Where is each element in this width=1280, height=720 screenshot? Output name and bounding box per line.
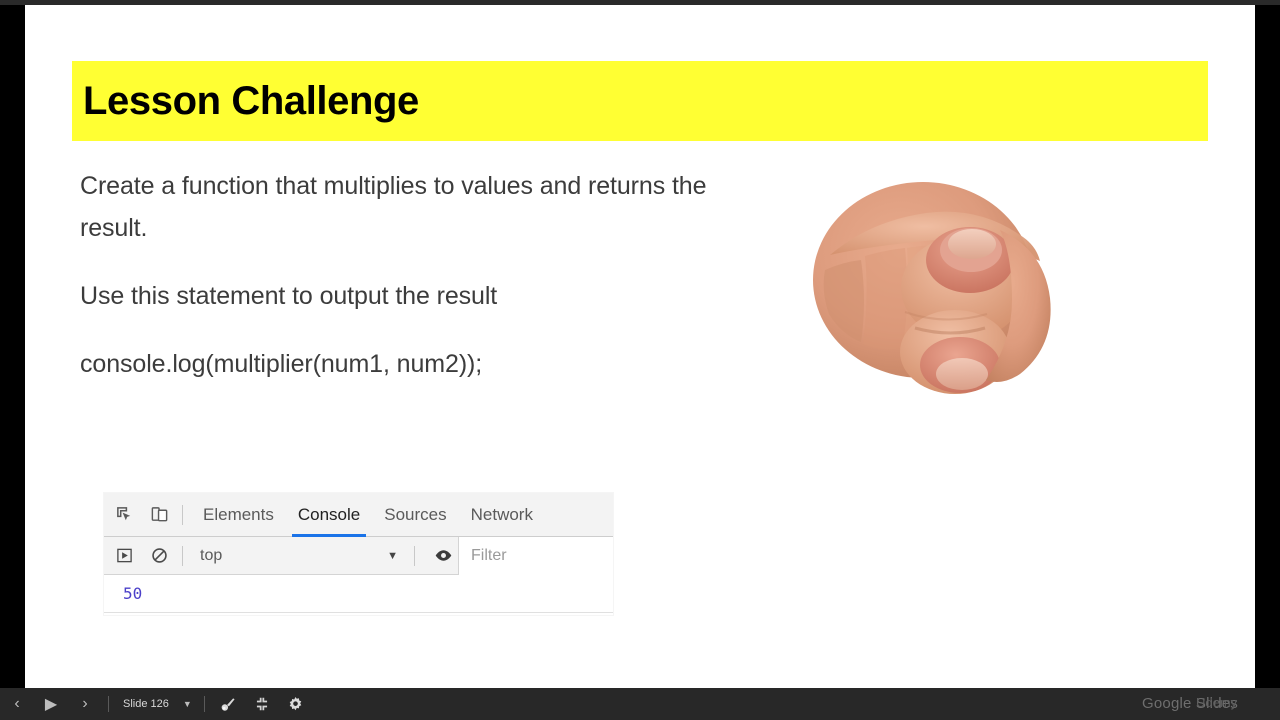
body-paragraph-1: Create a function that multiplies to val…: [80, 172, 707, 242]
play-button[interactable]: ▶: [34, 688, 68, 720]
console-output-value: 50: [123, 584, 143, 603]
next-slide-button[interactable]: ›: [68, 688, 102, 720]
slide-title-band: Lesson Challenge: [72, 61, 1208, 141]
toolbar-divider-2: [203, 696, 205, 712]
tab-network[interactable]: Network: [459, 493, 545, 537]
body-code-line: console.log(multiplier(num1, num2));: [80, 350, 483, 378]
toolbar-divider: [182, 504, 183, 525]
live-expression-eye-icon[interactable]: [428, 541, 458, 571]
chevron-down-icon: ▼: [387, 549, 398, 562]
slide-canvas: Lesson Challenge Create a function that …: [25, 5, 1255, 688]
filterbar-divider: [182, 545, 183, 566]
watermark: Google Slides Udemy: [1134, 688, 1274, 720]
devtools-filterbar: top ▼ Filter: [104, 536, 613, 575]
filterbar-divider-2: [414, 545, 415, 566]
laser-pointer-icon[interactable]: [211, 688, 245, 720]
slide-menu-chevron-down-icon[interactable]: ▼: [177, 699, 198, 709]
execution-context-selector[interactable]: top ▼: [191, 544, 406, 568]
execution-context-value: top: [200, 546, 223, 564]
devtools-tabbar: Elements Console Sources Network: [104, 493, 613, 537]
inspect-element-icon[interactable]: [109, 500, 139, 530]
tab-sources[interactable]: Sources: [372, 493, 458, 537]
slide-body: Create a function that multiplies to val…: [80, 165, 760, 385]
execute-script-icon[interactable]: [109, 541, 139, 571]
presentation-viewer: Lesson Challenge Create a function that …: [0, 0, 1280, 720]
clear-console-icon[interactable]: [144, 541, 174, 571]
console-output-row: 50: [104, 575, 613, 613]
body-paragraph-2: Use this statement to output the result: [80, 282, 498, 310]
tab-elements[interactable]: Elements: [191, 493, 286, 537]
console-filter-input[interactable]: Filter: [458, 536, 613, 575]
slide-counter: Slide 126: [123, 698, 169, 710]
devtools-console-screenshot: Elements Console Sources Network top ▼ F…: [104, 493, 613, 615]
tab-console[interactable]: Console: [286, 493, 372, 537]
watermark-udemy: Udemy: [1196, 695, 1238, 710]
presenter-toolbar: ‹ ▶ › Slide 126 ▼ Google Slides Udemy: [0, 688, 1280, 720]
device-toolbar-icon[interactable]: [144, 500, 174, 530]
toolbar-divider-1: [108, 696, 109, 712]
console-empty-area: [104, 613, 613, 615]
pointing-hand-image: [813, 182, 1051, 394]
exit-fullscreen-icon[interactable]: [245, 688, 279, 720]
page-title: Lesson Challenge: [83, 78, 419, 123]
gear-icon[interactable]: [279, 688, 313, 720]
previous-slide-button[interactable]: ‹: [0, 688, 34, 720]
